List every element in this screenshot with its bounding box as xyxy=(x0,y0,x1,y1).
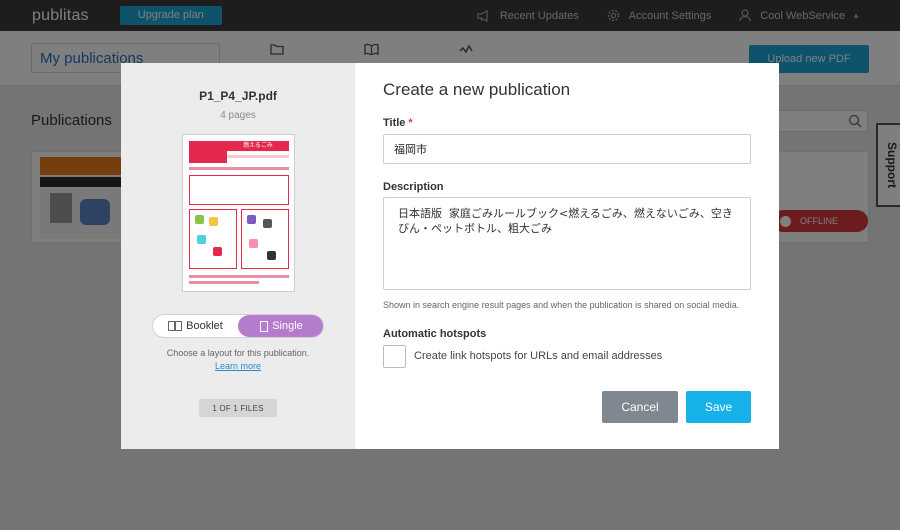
pdf-preview-thumbnail: 燃えるごみ xyxy=(182,134,295,292)
create-publication-dialog: P1_P4_JP.pdf 4 pages 燃えるごみ Booklet Singl… xyxy=(121,63,779,449)
cancel-button[interactable]: Cancel xyxy=(602,391,678,423)
publication-form: Create a new publication Title* Descript… xyxy=(355,63,779,449)
hotspots-checkbox-label[interactable]: Create link hotspots for URLs and email … xyxy=(414,350,662,362)
layout-option-booklet-label: Booklet xyxy=(186,320,223,332)
booklet-icon xyxy=(168,321,183,331)
file-preview-pane: P1_P4_JP.pdf 4 pages 燃えるごみ Booklet Singl… xyxy=(121,63,355,449)
save-button[interactable]: Save xyxy=(686,391,751,423)
layout-hint-text: Choose a layout for this publication. xyxy=(166,348,310,358)
title-field-label: Title * xyxy=(383,117,413,129)
description-hint: Shown in search engine result pages and … xyxy=(383,300,740,310)
layout-toggle: Booklet Single xyxy=(152,314,324,338)
hotspots-checkbox[interactable] xyxy=(383,345,406,368)
description-textarea[interactable]: 日本語版 家庭ごみルールブック<燃えるごみ、燃えないごみ、空きびん・ペットボトル… xyxy=(383,197,751,290)
file-name: P1_P4_JP.pdf xyxy=(199,89,277,103)
layout-option-single-label: Single xyxy=(272,320,303,332)
title-label-text: Title xyxy=(383,117,406,129)
layout-option-booklet[interactable]: Booklet xyxy=(153,315,238,337)
single-page-icon xyxy=(260,320,269,332)
title-input[interactable] xyxy=(383,134,751,164)
hotspots-label: Automatic hotspots xyxy=(383,328,487,340)
learn-more-link[interactable]: Learn more xyxy=(121,361,355,371)
file-count-badge: 1 OF 1 FILES xyxy=(199,399,277,417)
page-count: 4 pages xyxy=(220,110,256,121)
preview-title-text: 燃えるごみ xyxy=(227,141,289,151)
description-field-label: Description xyxy=(383,181,444,193)
dialog-title: Create a new publication xyxy=(383,80,571,99)
layout-option-single[interactable]: Single xyxy=(238,315,323,337)
required-marker: * xyxy=(408,117,413,129)
